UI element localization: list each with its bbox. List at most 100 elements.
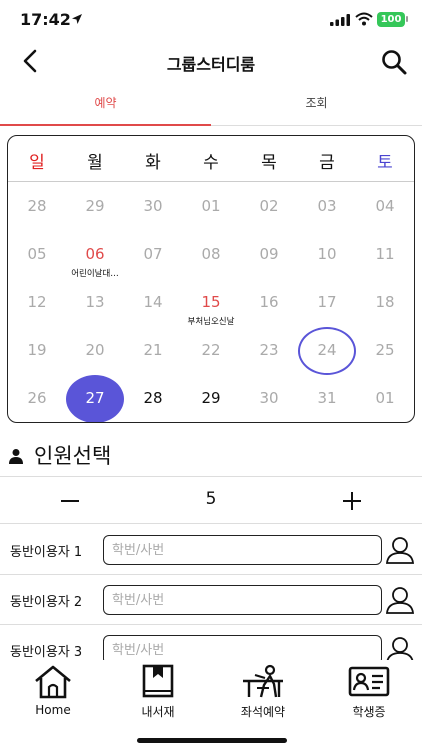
people-count: 5 xyxy=(205,489,217,509)
minus-icon[interactable] xyxy=(58,489,82,513)
calendar-weekday-header: 일월화수목금토 xyxy=(8,136,414,182)
calendar-day[interactable]: 01 xyxy=(182,196,240,216)
bottom-nav: Home 내서재 좌석예약 학생증 xyxy=(0,660,422,750)
bottom-nav-label: 학생증 xyxy=(352,705,386,719)
calendar-day[interactable]: 11 xyxy=(356,244,414,264)
calendar-day[interactable]: 29 xyxy=(182,388,240,408)
calendar: 일 월 화 수 목 금 토 28 29 30 01 02 03 04 05 06 어린이날대… 07 08 09 10… xyxy=(7,135,415,423)
calendar-day[interactable]: 09 xyxy=(240,244,298,264)
companion-label: 동반이용자 2 xyxy=(10,595,83,610)
calendar-day-number: 05 xyxy=(27,245,47,263)
calendar-day[interactable]: 10 xyxy=(298,244,356,264)
wifi-icon xyxy=(355,12,373,26)
calendar-day-number: 26 xyxy=(27,389,47,407)
bottom-nav-student-id[interactable]: 학생증 xyxy=(324,664,414,720)
calendar-day-number: 29 xyxy=(85,197,105,215)
calendar-day[interactable]: 15 부처님오신날 xyxy=(182,292,240,327)
bottom-nav-seat-reservation[interactable]: 좌석예약 xyxy=(218,664,308,720)
calendar-day[interactable]: 05 xyxy=(8,244,66,264)
calendar-day[interactable]: 03 xyxy=(298,196,356,216)
calendar-day[interactable]: 28 xyxy=(8,196,66,216)
calendar-day-number: 17 xyxy=(317,293,337,311)
calendar-day-number: 10 xyxy=(317,245,337,263)
calendar-day-number: 11 xyxy=(375,245,395,263)
home-indicator xyxy=(137,738,287,743)
tab-bar: 예약 조회 xyxy=(0,84,422,126)
calendar-day-number: 01 xyxy=(201,197,221,215)
companion-label: 동반이용자 1 xyxy=(10,545,83,560)
plus-icon[interactable] xyxy=(340,489,364,513)
calendar-day[interactable]: 25 xyxy=(356,340,414,360)
calendar-day-number: 19 xyxy=(27,341,47,359)
companion-row: 동반이용자 1 xyxy=(0,525,422,575)
calendar-day[interactable]: 21 xyxy=(124,340,182,360)
student-id-icon xyxy=(348,666,390,697)
weekday-label: 일 xyxy=(29,153,45,173)
bottom-nav-home[interactable]: Home xyxy=(8,664,98,717)
calendar-day-number: 30 xyxy=(143,197,163,215)
calendar-day[interactable]: 07 xyxy=(124,244,182,264)
user-lookup-icon[interactable] xyxy=(384,534,416,566)
bottom-nav-library[interactable]: 내서재 xyxy=(113,664,203,720)
companion-row: 동반이용자 2 xyxy=(0,575,422,625)
calendar-day[interactable]: 26 xyxy=(8,388,66,408)
calendar-day-number: 08 xyxy=(201,245,221,263)
calendar-day[interactable]: 18 xyxy=(356,292,414,312)
calendar-holiday-label: 부처님오신날 xyxy=(187,317,235,327)
calendar-day-number: 18 xyxy=(375,293,395,311)
search-icon[interactable] xyxy=(380,48,408,76)
calendar-day-number: 16 xyxy=(259,293,279,311)
calendar-day-number: 04 xyxy=(375,197,395,215)
calendar-day[interactable]: 22 xyxy=(182,340,240,360)
calendar-day[interactable]: 13 xyxy=(66,292,124,312)
bottom-nav-label: Home xyxy=(35,703,71,717)
calendar-day-number: 21 xyxy=(143,341,163,359)
calendar-day[interactable]: 04 xyxy=(356,196,414,216)
calendar-day[interactable]: 28 xyxy=(124,388,182,408)
battery-icon: 100 xyxy=(377,12,405,27)
calendar-day-number: 06 xyxy=(85,245,105,263)
calendar-day[interactable]: 08 xyxy=(182,244,240,264)
calendar-day[interactable]: 24 xyxy=(298,340,356,360)
calendar-day[interactable]: 14 xyxy=(124,292,182,312)
calendar-day[interactable]: 30 xyxy=(124,196,182,216)
companion-id-field[interactable] xyxy=(103,535,382,565)
calendar-day-number: 07 xyxy=(143,245,163,263)
calendar-day-number: 27 xyxy=(85,389,105,407)
calendar-day[interactable]: 20 xyxy=(66,340,124,360)
calendar-day[interactable]: 17 xyxy=(298,292,356,312)
weekday-label: 화 xyxy=(145,153,161,173)
tab-reservation[interactable]: 예약 xyxy=(0,84,211,126)
weekday-label: 월 xyxy=(87,153,103,173)
user-lookup-icon[interactable] xyxy=(384,584,416,616)
status-time: 17:42 xyxy=(20,10,71,29)
companion-label: 동반이용자 3 xyxy=(10,645,83,660)
battery-tip xyxy=(406,16,408,22)
calendar-day-number: 15 xyxy=(201,293,221,311)
calendar-day[interactable]: 29 xyxy=(66,196,124,216)
companion-id-field[interactable] xyxy=(103,585,382,615)
calendar-day-number: 03 xyxy=(317,197,337,215)
calendar-day[interactable]: 16 xyxy=(240,292,298,312)
tab-lookup[interactable]: 조회 xyxy=(211,84,422,126)
calendar-day[interactable]: 27 xyxy=(66,388,124,408)
calendar-day[interactable]: 19 xyxy=(8,340,66,360)
bottom-nav-label: 내서재 xyxy=(141,705,175,719)
calendar-day-number: 09 xyxy=(259,245,279,263)
calendar-day[interactable]: 06 어린이날대… xyxy=(66,244,124,279)
calendar-day[interactable]: 31 xyxy=(298,388,356,408)
calendar-day-number: 25 xyxy=(375,341,395,359)
calendar-day[interactable]: 30 xyxy=(240,388,298,408)
weekday-label: 금 xyxy=(319,153,335,173)
page-title: 그룹스터디룸 xyxy=(166,55,256,74)
calendar-day[interactable]: 12 xyxy=(8,292,66,312)
calendar-day-number: 01 xyxy=(375,389,395,407)
seat-reservation-icon xyxy=(243,664,283,698)
calendar-day-number: 24 xyxy=(317,341,337,359)
calendar-day[interactable]: 01 xyxy=(356,388,414,408)
calendar-day[interactable]: 23 xyxy=(240,340,298,360)
calendar-day-number: 02 xyxy=(259,197,279,215)
calendar-day-number: 22 xyxy=(201,341,221,359)
people-count-stepper: 5 xyxy=(0,476,422,524)
calendar-day[interactable]: 02 xyxy=(240,196,298,216)
